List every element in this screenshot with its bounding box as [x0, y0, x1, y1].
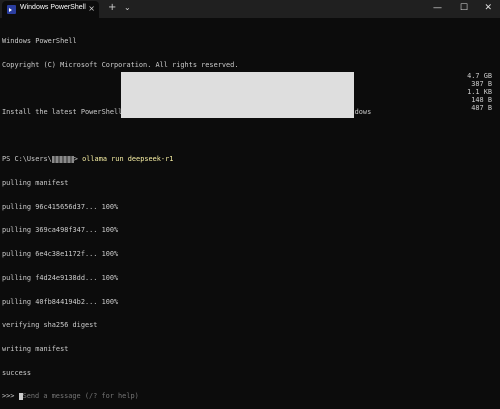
- terminal-output[interactable]: Windows PowerShell Copyright (C) Microso…: [2, 22, 498, 401]
- tab-title: Windows PowerShell: [20, 4, 86, 11]
- chat-prompt: >>>: [2, 392, 19, 401]
- new-tab-button[interactable]: +: [108, 1, 116, 15]
- verifying-line: verifying sha256 digest: [2, 321, 98, 330]
- prompt-suffix: >: [73, 155, 83, 164]
- tab-dropdown-button[interactable]: ⌄: [124, 2, 131, 14]
- command-prompt-line: PS C:\Users\ > ollama run deepseek-r1: [2, 155, 498, 164]
- layer-line: pulling 96c415656d37... 100%: [2, 202, 119, 211]
- close-window-button[interactable]: ✕: [484, 2, 492, 14]
- minimize-button[interactable]: —: [433, 2, 442, 14]
- tab-powershell[interactable]: Windows PowerShell ×: [2, 1, 99, 18]
- prompt-prefix: PS C:\Users\: [2, 155, 52, 164]
- chat-placeholder: Send a message (/? for help): [22, 392, 139, 401]
- layer-size: 487 B: [471, 103, 492, 112]
- progress-bars-redacted: [121, 72, 354, 118]
- title-bar: Windows PowerShell × + ⌄ — ☐ ✕: [0, 0, 500, 18]
- command-text: ollama run deepseek-r1: [82, 155, 174, 164]
- tab-close-button[interactable]: ×: [88, 3, 95, 15]
- writing-manifest-line: writing manifest: [2, 344, 69, 353]
- redacted-username: [51, 156, 74, 164]
- maximize-button[interactable]: ☐: [460, 2, 468, 14]
- chat-input-line[interactable]: >>> Send a message (/? for help): [2, 392, 498, 401]
- pulling-manifest-line: pulling manifest: [2, 179, 69, 188]
- layer-line: pulling f4d24e9138dd... 100%: [2, 273, 119, 282]
- banner-line: Windows PowerShell: [2, 36, 77, 45]
- success-line: success: [2, 368, 32, 377]
- copyright-line: Copyright (C) Microsoft Corporation. All…: [2, 60, 239, 69]
- layer-line: pulling 6e4c38e1172f... 100%: [2, 250, 119, 259]
- layer-line: pulling 369ca498f347... 100%: [2, 226, 119, 235]
- layer-line: pulling 40fb844194b2... 100%: [2, 297, 119, 306]
- powershell-icon: [7, 5, 16, 14]
